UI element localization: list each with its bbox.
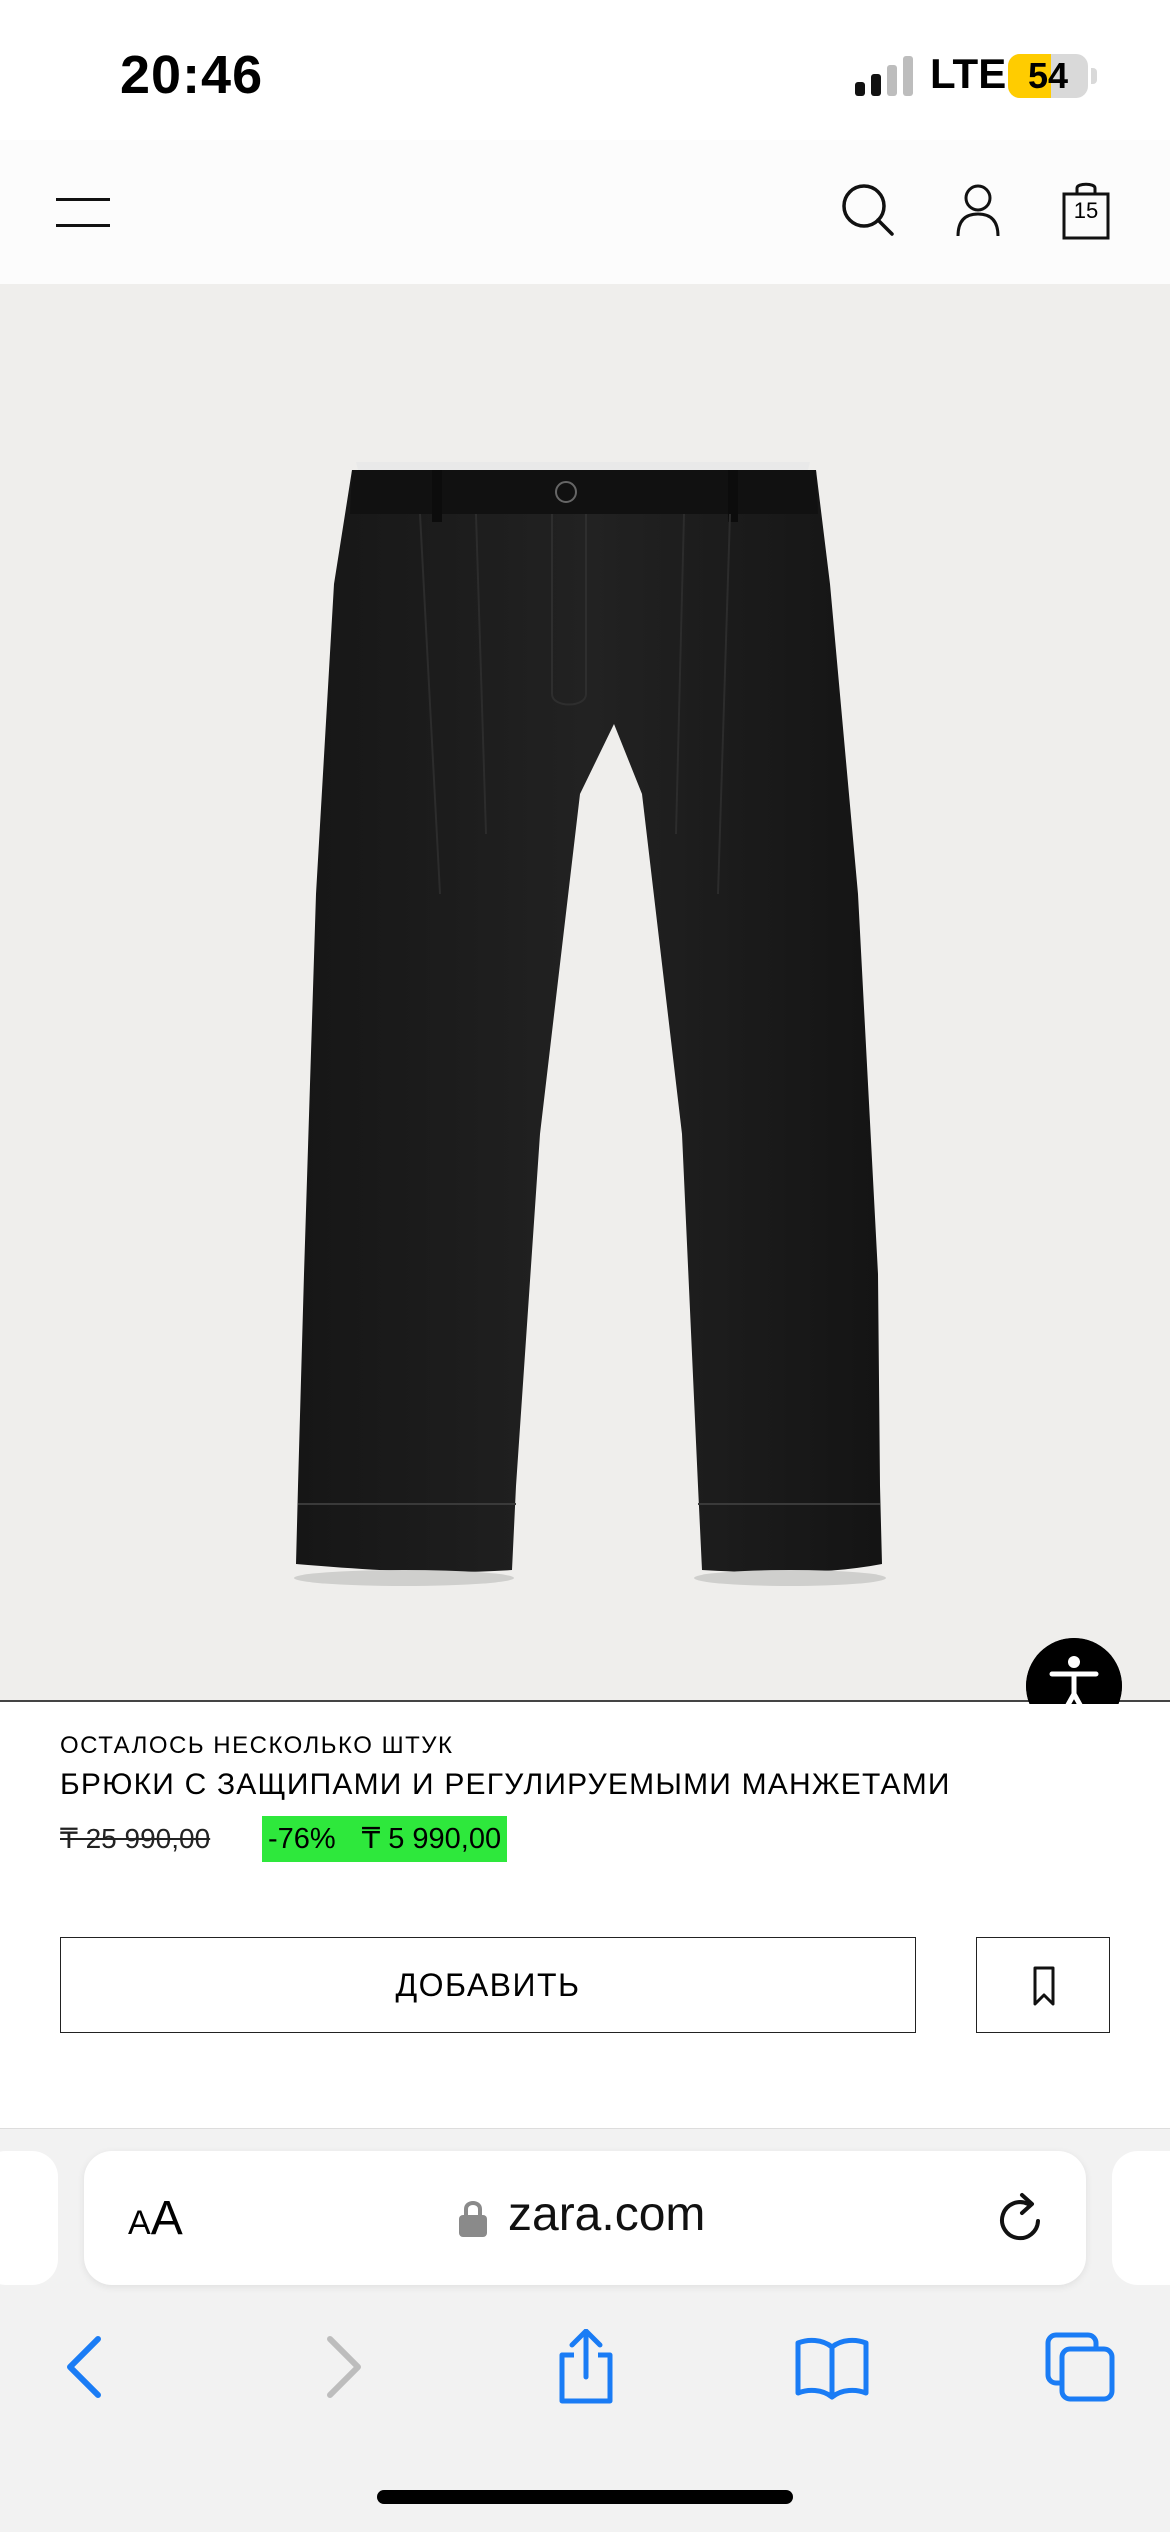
old-price: ₸ 25 990,00 — [60, 1823, 211, 1854]
previous-tab-peek[interactable] — [0, 2151, 58, 2285]
text-size-small: A — [128, 2204, 151, 2242]
tabs-icon[interactable] — [1042, 2329, 1118, 2405]
bookmark-icon — [1033, 1966, 1055, 2006]
cart-button[interactable]: 15 — [1056, 180, 1116, 240]
account-icon[interactable] — [948, 180, 1008, 240]
battery-cap — [1091, 68, 1097, 84]
status-time: 20:46 — [120, 45, 264, 105]
save-button[interactable] — [976, 1937, 1110, 2033]
url-domain[interactable]: zara.com — [508, 2187, 705, 2242]
cart-count: 15 — [1073, 198, 1099, 223]
current-price: ₸ 5 990,00 — [361, 1823, 502, 1855]
discount-percent: -76% — [268, 1823, 336, 1855]
trousers-photo — [294, 462, 886, 1586]
forward-icon[interactable] — [302, 2329, 378, 2405]
next-tab-peek[interactable] — [1112, 2151, 1170, 2285]
home-indicator — [377, 2490, 793, 2504]
browser-toolbar: AA zara.com — [0, 2128, 1170, 2532]
bookmarks-icon[interactable] — [794, 2329, 870, 2405]
back-icon[interactable] — [50, 2329, 126, 2405]
battery-icon: 54 — [1008, 54, 1088, 98]
battery-percent: 54 — [1027, 55, 1069, 96]
sale-price-badge: -76% ₸ 5 990,00 — [262, 1816, 508, 1862]
cellular-signal-icon — [855, 56, 913, 96]
search-icon[interactable] — [838, 180, 898, 240]
text-size-large: A — [150, 2192, 183, 2245]
lock-icon — [459, 2201, 487, 2237]
stock-notice: ОСТАЛОСЬ НЕСКОЛЬКО ШТУК — [60, 1732, 454, 1759]
product-image[interactable] — [0, 284, 1170, 1734]
add-to-cart-button[interactable]: ДОБАВИТЬ — [60, 1937, 916, 2033]
status-bar: 20:46 LTE 54 — [0, 0, 1170, 140]
share-icon[interactable] — [548, 2329, 624, 2405]
site-header: 15 — [0, 140, 1170, 284]
product-info: ОСТАЛОСЬ НЕСКОЛЬКО ШТУК БРЮКИ С ЗАЩИПАМИ… — [0, 1704, 1170, 2128]
address-bar[interactable]: AA zara.com — [84, 2151, 1086, 2285]
reload-icon[interactable] — [992, 2191, 1048, 2247]
product-name: БРЮКИ С ЗАЩИПАМИ И РЕГУЛИРУЕМЫМИ МАНЖЕТА… — [60, 1768, 951, 1801]
network-type: LTE — [930, 50, 1007, 97]
text-size-button[interactable]: AA — [128, 2191, 183, 2246]
hamburger-menu-icon[interactable] — [56, 188, 110, 232]
